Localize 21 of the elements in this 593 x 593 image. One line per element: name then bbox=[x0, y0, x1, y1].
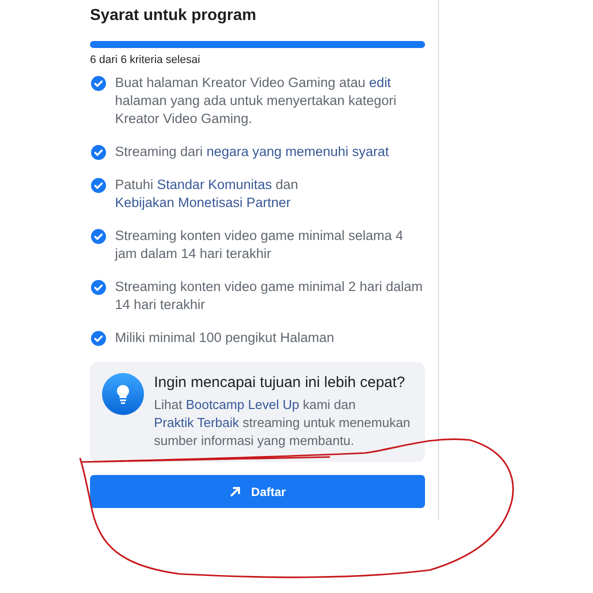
progress-label: 6 dari 6 kriteria selesai bbox=[90, 53, 202, 67]
text-link[interactable]: Kebijakan bbox=[115, 195, 178, 210]
text-link[interactable]: Monetisasi Partner bbox=[178, 195, 291, 210]
text-link[interactable]: Praktik bbox=[154, 415, 198, 430]
tip-title: Ingin mencapai tujuan ini lebih cepat? bbox=[154, 373, 406, 393]
criteria-text: Streaming dari negara yang memenuhi syarat bbox=[115, 143, 389, 161]
text-link[interactable]: Terbaik bbox=[197, 415, 240, 430]
section-title: Syarat untuk program bbox=[90, 6, 258, 26]
register-button[interactable]: Daftar bbox=[90, 475, 425, 508]
criteria-text: Streaming konten video game minimal selama 4 jam dalam 14 hari terakhir bbox=[115, 227, 404, 263]
criteria-text: Miliki minimal 100 pengikut Halaman bbox=[115, 329, 334, 347]
criteria-text: Streaming konten video game minimal 2 hari dalam 14 hari terakhir bbox=[115, 278, 424, 314]
criteria-text: Buat halaman Kreator Video Gaming atau edit halaman yang ada untuk menyertakan kategori Kreator Video Gaming. bbox=[115, 74, 398, 128]
text-link[interactable]: edit bbox=[369, 75, 391, 90]
text-link[interactable]: Standar Komunitas bbox=[157, 177, 272, 192]
lightbulb-icon bbox=[102, 373, 144, 415]
criteria-text: Patuhi Standar Komunitas dan Kebijakan Monetisasi Partner bbox=[115, 176, 300, 212]
arrow-icon bbox=[229, 486, 242, 498]
text-link[interactable]: Bootcamp Level Up bbox=[186, 397, 300, 412]
text-link[interactable]: negara yang memenuhi syarat bbox=[206, 144, 389, 159]
tip-text: Lihat Bootcamp Level Up kami dan Praktik Terbaik streaming untuk menemukan sumber informasi yang membantu. bbox=[154, 396, 412, 450]
